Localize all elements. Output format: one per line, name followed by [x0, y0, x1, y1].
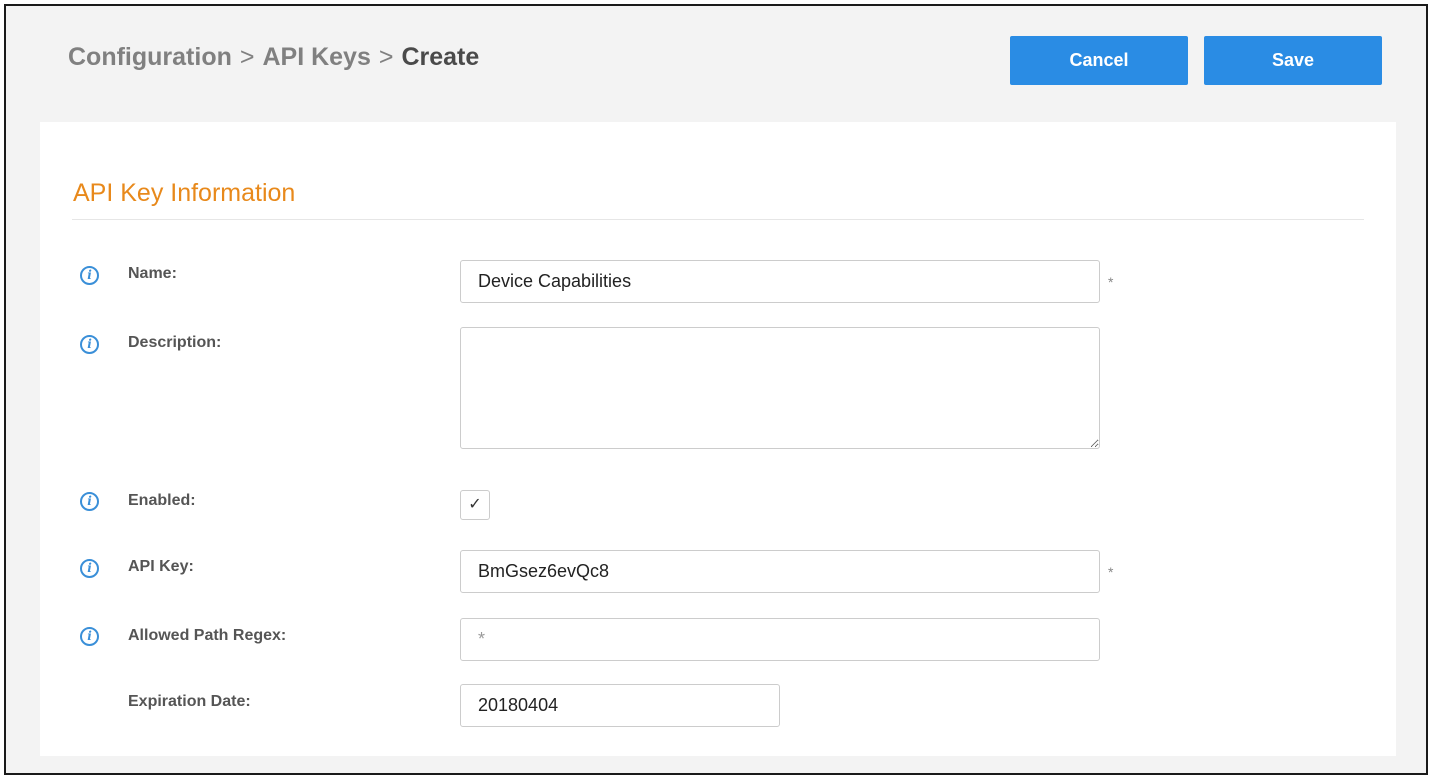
breadcrumb-configuration[interactable]: Configuration	[68, 43, 232, 71]
required-marker: *	[1108, 274, 1114, 290]
description-textarea[interactable]	[460, 327, 1100, 449]
info-icon[interactable]: i	[80, 266, 99, 285]
breadcrumb-api-keys[interactable]: API Keys	[262, 43, 370, 71]
info-icon[interactable]: i	[80, 559, 99, 578]
enabled-checkbox[interactable]: ✓	[460, 490, 490, 520]
save-button[interactable]: Save	[1204, 36, 1382, 85]
section-divider	[72, 219, 1364, 220]
cancel-button[interactable]: Cancel	[1010, 36, 1188, 85]
allowed-path-regex-input[interactable]	[460, 618, 1100, 661]
api-key-label: API Key:	[128, 558, 194, 575]
allowed-path-regex-label: Allowed Path Regex:	[128, 627, 287, 644]
breadcrumb-current: Create	[401, 43, 480, 71]
section-title: API Key Information	[73, 179, 296, 207]
api-key-form-panel: API Key Information i Name: * i Descript…	[40, 122, 1396, 756]
name-label: Name:	[128, 265, 177, 282]
api-key-input[interactable]	[460, 550, 1100, 593]
breadcrumb-separator: >	[239, 43, 255, 71]
description-label: Description:	[128, 334, 222, 351]
expiration-date-input[interactable]	[460, 684, 780, 727]
enabled-label: Enabled:	[128, 492, 196, 509]
breadcrumb: Configuration > API Keys > Create	[68, 43, 479, 72]
name-input[interactable]	[460, 260, 1100, 303]
info-icon[interactable]: i	[80, 492, 99, 511]
info-icon[interactable]: i	[80, 335, 99, 354]
expiration-date-label: Expiration Date:	[128, 693, 251, 710]
breadcrumb-separator: >	[378, 43, 394, 71]
page-frame: Configuration > API Keys > Create Cancel Sav…	[4, 4, 1428, 775]
required-marker: *	[1108, 564, 1114, 580]
info-icon[interactable]: i	[80, 627, 99, 646]
